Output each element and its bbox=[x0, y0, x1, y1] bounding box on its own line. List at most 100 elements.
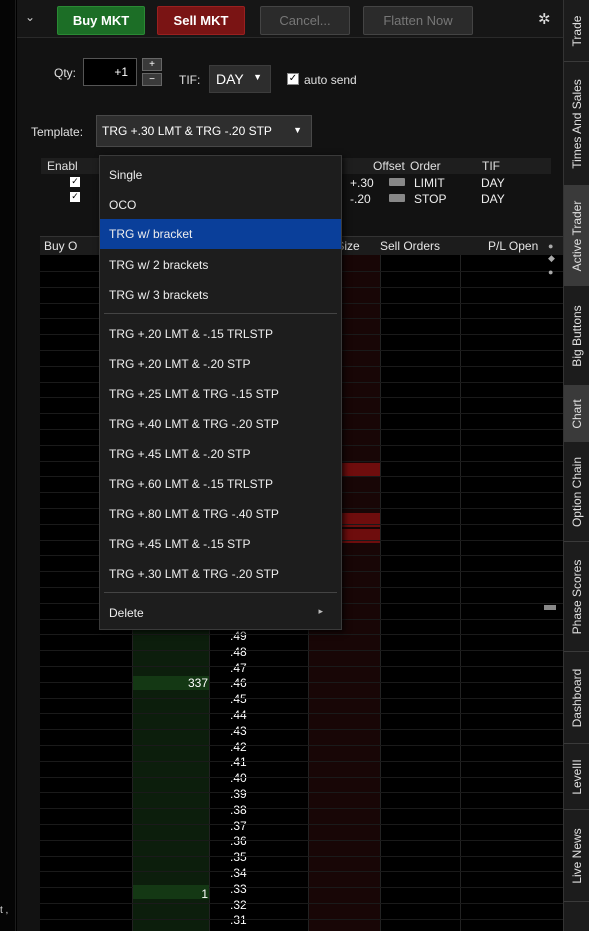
menu-item-template[interactable]: TRG +.45 LMT & -.15 STP bbox=[100, 529, 341, 559]
ladder-price[interactable]: .33 bbox=[230, 882, 247, 896]
column-divider bbox=[380, 255, 381, 931]
ladder-gridline bbox=[40, 918, 563, 920]
side-tab-bar: Trade Times And Sales Active Trader Big … bbox=[563, 0, 589, 931]
tab-label: Option Chain bbox=[570, 456, 584, 527]
ladder-price[interactable]: .32 bbox=[230, 898, 247, 912]
ladder-center-icon[interactable]: ◆ bbox=[548, 253, 555, 264]
menu-item-template[interactable]: TRG +.25 LMT & TRG -.15 STP bbox=[100, 379, 341, 409]
ladder-price[interactable]: .48 bbox=[230, 645, 247, 659]
offset-stepper-icon[interactable] bbox=[389, 194, 405, 202]
bracket-enable-checkbox[interactable]: ✓ bbox=[70, 177, 80, 187]
auto-send-checkbox[interactable]: ✓ bbox=[287, 73, 299, 85]
template-dropdown-menu: Single OCO TRG w/ bracket TRG w/ 2 brack… bbox=[99, 155, 342, 630]
pl-open-header[interactable]: P/L Open bbox=[488, 239, 538, 253]
tab-live-news[interactable]: Live News bbox=[564, 810, 589, 902]
template-value: TRG +.30 LMT & TRG -.20 STP bbox=[102, 124, 272, 138]
ladder-price[interactable]: .37 bbox=[230, 819, 247, 833]
menu-item-template[interactable]: TRG +.60 LMT & -.15 TRLSTP bbox=[100, 469, 341, 499]
toolbar: ⌄ Buy MKT Sell MKT Cancel... Flatten Now… bbox=[17, 0, 563, 38]
bracket-offset[interactable]: -.20 bbox=[350, 192, 371, 206]
qty-decrement-button[interactable]: − bbox=[142, 73, 162, 86]
offset-stepper-icon[interactable] bbox=[389, 178, 405, 186]
bracket-order-type[interactable]: LIMIT bbox=[414, 176, 445, 190]
tab-label: Times And Sales bbox=[570, 78, 584, 169]
ladder-gridline bbox=[40, 760, 563, 762]
ladder-price[interactable]: .39 bbox=[230, 787, 247, 801]
chevron-down-icon: ▼ bbox=[293, 125, 302, 135]
tab-label: Phase Scores bbox=[570, 559, 584, 634]
ladder-scrollbar-handle[interactable] bbox=[544, 605, 556, 610]
ladder-price[interactable]: .47 bbox=[230, 661, 247, 675]
ladder-zoom-icon[interactable]: ● bbox=[548, 267, 553, 277]
menu-item-template[interactable]: TRG +.20 LMT & -.20 STP bbox=[100, 349, 341, 379]
bracket-enable-checkbox[interactable]: ✓ bbox=[70, 192, 80, 202]
ladder-price[interactable]: .34 bbox=[230, 866, 247, 880]
menu-item-trg-3-brackets[interactable]: TRG w/ 3 brackets bbox=[100, 280, 341, 310]
qty-input[interactable]: +1 bbox=[83, 58, 137, 86]
buy-orders-header[interactable]: Buy O bbox=[44, 239, 77, 253]
collapse-chevron-icon[interactable]: ⌄ bbox=[25, 10, 35, 24]
tab-dashboard[interactable]: Dashboard bbox=[564, 652, 589, 744]
bid-size-value[interactable]: 337 bbox=[148, 676, 208, 690]
qty-increment-button[interactable]: + bbox=[142, 58, 162, 71]
bracket-tif[interactable]: DAY bbox=[481, 192, 505, 206]
menu-item-delete[interactable]: Delete ▸ bbox=[100, 598, 341, 628]
auto-send-label: auto send bbox=[304, 73, 357, 87]
ladder-price[interactable]: .40 bbox=[230, 771, 247, 785]
menu-item-oco[interactable]: OCO bbox=[100, 190, 341, 220]
menu-item-template[interactable]: TRG +.20 LMT & -.15 TRLSTP bbox=[100, 319, 341, 349]
ladder-price[interactable]: .41 bbox=[230, 755, 247, 769]
bracket-order-type[interactable]: STOP bbox=[414, 192, 446, 206]
sell-mkt-button[interactable]: Sell MKT bbox=[157, 6, 245, 35]
tif-select[interactable]: DAY ▼ bbox=[209, 65, 271, 93]
ladder-gridline bbox=[40, 634, 563, 636]
menu-item-template[interactable]: TRG +.30 LMT & TRG -.20 STP bbox=[100, 559, 341, 589]
order-header: Order bbox=[410, 159, 441, 173]
cancel-button[interactable]: Cancel... bbox=[260, 6, 350, 35]
menu-item-trg-bracket[interactable]: TRG w/ bracket bbox=[100, 219, 341, 249]
menu-item-template[interactable]: TRG +.40 LMT & TRG -.20 STP bbox=[100, 409, 341, 439]
ladder-price[interactable]: .38 bbox=[230, 803, 247, 817]
qty-stepper[interactable]: + − bbox=[142, 58, 162, 86]
gear-icon[interactable]: ✲ bbox=[538, 10, 551, 28]
sell-orders-header[interactable]: Sell Orders bbox=[380, 239, 440, 253]
ladder-price[interactable]: .42 bbox=[230, 740, 247, 754]
tab-active-trader[interactable]: Active Trader bbox=[564, 186, 589, 286]
ladder-gridline bbox=[40, 855, 563, 857]
flatten-now-button[interactable]: Flatten Now bbox=[363, 6, 473, 35]
bracket-offset[interactable]: +.30 bbox=[350, 176, 374, 190]
offset-header: Offset bbox=[373, 159, 405, 173]
ladder-price[interactable]: .36 bbox=[230, 834, 247, 848]
menu-item-template[interactable]: TRG +.45 LMT & -.20 STP bbox=[100, 439, 341, 469]
buy-mkt-button[interactable]: Buy MKT bbox=[57, 6, 145, 35]
menu-item-template[interactable]: TRG +.80 LMT & TRG -.40 STP bbox=[100, 499, 341, 529]
menu-separator bbox=[104, 313, 337, 314]
ladder-price[interactable]: .44 bbox=[230, 708, 247, 722]
chevron-down-icon: ▼ bbox=[253, 72, 262, 82]
menu-item-trg-2-brackets[interactable]: TRG w/ 2 brackets bbox=[100, 250, 341, 280]
bracket-tif[interactable]: DAY bbox=[481, 176, 505, 190]
ladder-price[interactable]: .49 bbox=[230, 629, 247, 643]
tab-levelii[interactable]: LevelII bbox=[564, 744, 589, 810]
tab-big-buttons[interactable]: Big Buttons bbox=[564, 286, 589, 386]
tab-option-chain[interactable]: Option Chain bbox=[564, 442, 589, 542]
delete-label: Delete bbox=[109, 606, 144, 620]
bid-size-value[interactable]: 1 bbox=[148, 887, 208, 901]
ladder-price[interactable]: .31 bbox=[230, 913, 247, 927]
enable-header: Enabl bbox=[47, 159, 78, 173]
tab-phase-scores[interactable]: Phase Scores bbox=[564, 542, 589, 652]
menu-item-single[interactable]: Single bbox=[100, 160, 341, 190]
tab-trade[interactable]: Trade bbox=[564, 0, 589, 62]
ladder-price[interactable]: .46 bbox=[230, 676, 247, 690]
tab-chart[interactable]: Chart bbox=[564, 386, 589, 442]
tab-label: Dashboard bbox=[570, 668, 584, 727]
tab-times-and-sales[interactable]: Times And Sales bbox=[564, 62, 589, 186]
template-select[interactable]: TRG +.30 LMT & TRG -.20 STP ▼ bbox=[96, 115, 312, 147]
ladder-price[interactable]: .43 bbox=[230, 724, 247, 738]
ladder-price[interactable]: .35 bbox=[230, 850, 247, 864]
left-panel-text: t , bbox=[0, 905, 9, 916]
ladder-price[interactable]: .45 bbox=[230, 692, 247, 706]
ladder-gridline bbox=[40, 903, 563, 904]
tif-header: TIF bbox=[482, 159, 500, 173]
ladder-scroll-icon[interactable]: ● bbox=[548, 241, 553, 251]
